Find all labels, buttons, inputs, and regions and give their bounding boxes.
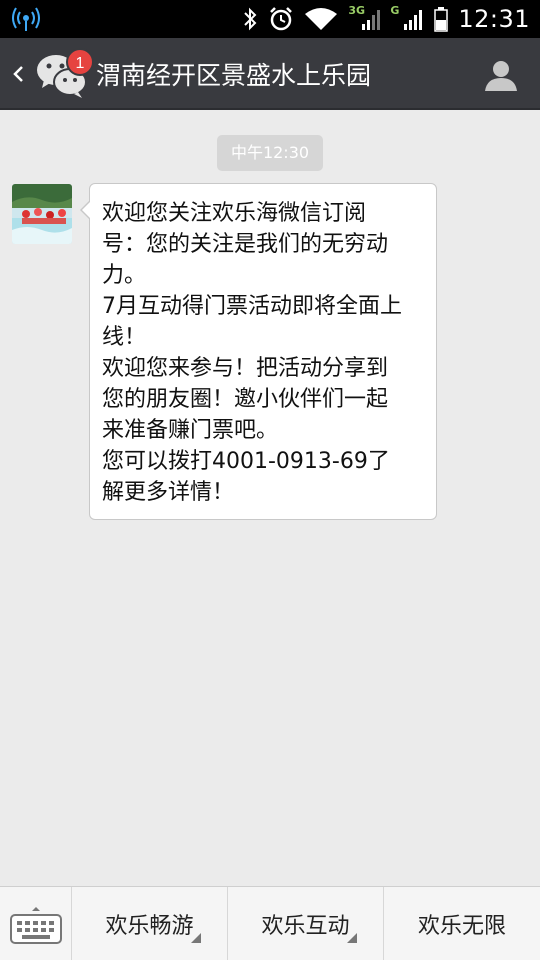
status-time: 12:31	[458, 5, 530, 33]
message-line: 来准备赚门票吧。	[102, 418, 279, 443]
keyboard-toggle-button[interactable]	[0, 887, 72, 960]
alarm-icon	[270, 7, 293, 31]
menu-item-label: 欢乐互动	[261, 914, 350, 939]
message-line: 解更多详情！	[102, 480, 235, 505]
message-line: 欢迎您关注欢乐海微信订阅	[102, 201, 367, 226]
menu-item-huanle-wuxian[interactable]: 欢乐无限	[384, 887, 540, 960]
menu-item-label: 欢乐畅游	[105, 914, 194, 939]
signal-g-icon: G	[390, 4, 424, 32]
chat-title: 渭南经开区景盛水上乐园	[96, 61, 372, 90]
bottom-menu-bar: 欢乐畅游 欢乐互动 欢乐无限	[0, 886, 540, 960]
back-arrow-icon[interactable]	[10, 62, 26, 86]
message-line: 力。	[102, 263, 147, 288]
message-line: 欢迎您来参与！把活动分享到	[102, 356, 389, 381]
keyboard-icon	[10, 907, 62, 944]
battery-icon	[434, 7, 449, 32]
profile-icon[interactable]	[484, 58, 518, 92]
submenu-indicator-icon	[191, 933, 201, 943]
bluetooth-icon	[244, 7, 257, 31]
signal-3g-icon: 3G	[348, 4, 381, 32]
message-line: 号：您的关注是我们的无穷动	[102, 232, 389, 257]
wifi-icon	[305, 8, 338, 30]
menu-item-label: 欢乐无限	[417, 914, 506, 939]
message-bubble[interactable]: 欢迎您关注欢乐海微信订阅 号：您的关注是我们的无穷动 力。 7月互动得门票活动即…	[89, 183, 437, 520]
menu-item-huanle-changyou[interactable]: 欢乐畅游	[72, 887, 228, 960]
bubble-tail-inner	[82, 201, 91, 219]
hotspot-icon	[12, 7, 40, 31]
message-line: 您可以拨打4001-0913-69了	[102, 449, 390, 474]
message-line: 7月互动得门票活动即将全面上	[102, 294, 402, 319]
message-timestamp: 中午12:30	[217, 135, 323, 171]
sender-avatar[interactable]	[12, 184, 72, 244]
submenu-indicator-icon	[347, 933, 357, 943]
unread-badge: 1	[66, 48, 94, 76]
chat-header: 1 渭南经开区景盛水上乐园	[0, 38, 540, 110]
menu-item-huanle-hudong[interactable]: 欢乐互动	[228, 887, 384, 960]
message-line: 您的朋友圈！邀小伙伴们一起	[102, 387, 389, 412]
message-line: 线！	[102, 325, 147, 350]
status-bar: 3G G 12:31	[0, 0, 540, 38]
